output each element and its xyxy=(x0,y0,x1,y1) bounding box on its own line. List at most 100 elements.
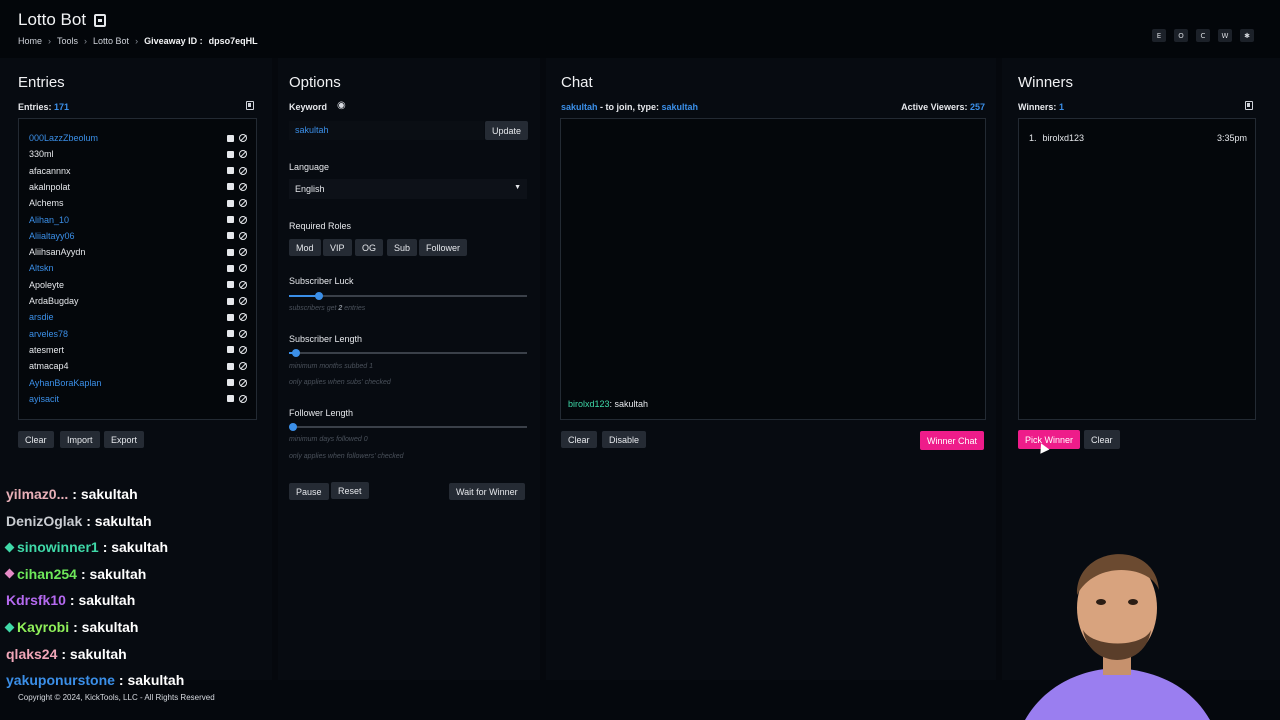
follower-length-hint: minimum days followed 0 xyxy=(289,436,368,443)
role-og-button[interactable]: OG xyxy=(355,239,384,256)
corner-button-w[interactable]: W xyxy=(1218,29,1232,42)
ban-icon[interactable] xyxy=(239,231,247,240)
sub-luck-hint-pre: subscribers get xyxy=(289,305,339,312)
chat-join-keyword: sakultah xyxy=(661,102,699,112)
entry-name: AyhanBoraKaplan xyxy=(29,377,102,388)
square-icon[interactable] xyxy=(227,199,234,207)
square-icon[interactable] xyxy=(227,379,234,386)
ban-icon[interactable] xyxy=(239,297,247,305)
stream-chat-user: cihan254 xyxy=(17,565,77,582)
chat-disable-button[interactable]: Disable xyxy=(602,431,647,448)
entries-count-label: Entries: xyxy=(18,102,52,112)
entry-name: ayisacit xyxy=(29,393,60,404)
follower-length-slider[interactable] xyxy=(289,423,527,431)
entries-clear-button[interactable]: Clear xyxy=(18,431,54,448)
entry-name: ArdaBugday xyxy=(29,296,79,306)
sub-luck-slider[interactable] xyxy=(289,292,527,300)
ban-icon[interactable] xyxy=(239,378,247,387)
stream-chat-message: : sakultah xyxy=(72,486,138,502)
active-viewers: Active Viewers: 257 xyxy=(901,102,985,112)
breadcrumb-lotto-bot[interactable]: Lotto Bot xyxy=(93,36,129,46)
winners-clear-button[interactable]: Clear xyxy=(1084,430,1120,449)
square-icon[interactable] xyxy=(227,313,234,321)
square-icon[interactable] xyxy=(227,330,234,338)
ban-icon[interactable] xyxy=(239,248,247,257)
ban-icon[interactable] xyxy=(239,166,247,175)
role-vip-button[interactable]: VIP xyxy=(323,239,352,256)
language-select[interactable]: English ▼ xyxy=(289,179,527,199)
sub-luck-thumb[interactable] xyxy=(314,292,323,300)
keyword-update-button[interactable]: Update xyxy=(485,121,529,140)
square-icon[interactable] xyxy=(227,134,234,142)
square-icon[interactable] xyxy=(227,362,234,370)
square-icon[interactable] xyxy=(227,183,234,191)
pause-button[interactable]: Pause xyxy=(289,483,329,500)
copy-icon[interactable] xyxy=(246,101,254,110)
reset-button[interactable]: Reset xyxy=(331,482,369,499)
ban-icon[interactable] xyxy=(239,150,247,159)
role-sub-button[interactable]: Sub xyxy=(387,239,418,256)
chat-log[interactable]: birolxd123: sakultah xyxy=(560,118,986,420)
sub-luck-label: Subscriber Luck xyxy=(289,276,354,286)
diamond-badge-icon xyxy=(4,542,15,553)
winners-list[interactable]: 1. birolxd123 3:35pm xyxy=(1018,118,1256,420)
entries-list[interactable]: 000LazzZbeolum 330ml afacannnx akalnpolat Al… xyxy=(18,118,257,420)
caret-down-icon: ▼ xyxy=(514,184,521,191)
entries-import-button[interactable]: Import xyxy=(60,431,100,448)
square-icon[interactable] xyxy=(227,395,234,403)
active-viewers-count: 257 xyxy=(969,102,985,112)
corner-button-o[interactable]: O xyxy=(1174,29,1188,42)
ban-icon[interactable] xyxy=(239,313,247,322)
square-icon[interactable] xyxy=(227,346,234,354)
ban-icon[interactable] xyxy=(239,182,247,191)
ban-icon[interactable] xyxy=(239,264,247,273)
entry-row: AliihsanAyydn xyxy=(29,244,247,260)
eye-icon[interactable]: ◉ xyxy=(337,100,348,111)
corner-button-c[interactable]: C xyxy=(1196,29,1210,42)
entries-export-button[interactable]: Export xyxy=(104,431,145,448)
breadcrumb-giveaway-id: dpso7eqHL xyxy=(208,36,258,46)
keyword-input[interactable]: sakultah xyxy=(289,121,484,140)
square-icon[interactable] xyxy=(227,248,234,256)
settings-icon[interactable]: ✱ xyxy=(1240,29,1254,42)
ban-icon[interactable] xyxy=(239,329,247,338)
square-icon[interactable] xyxy=(227,264,234,272)
chat-clear-button[interactable]: Clear xyxy=(561,431,597,448)
ban-icon[interactable] xyxy=(239,345,247,354)
square-icon[interactable] xyxy=(227,150,234,158)
square-icon[interactable] xyxy=(227,297,234,305)
entry-name: Apoleyte xyxy=(29,279,65,290)
follower-length-thumb[interactable] xyxy=(289,423,297,431)
ban-icon[interactable] xyxy=(239,394,247,403)
entry-name: afacannnx xyxy=(29,165,71,176)
chevron-right-icon: › xyxy=(84,36,88,46)
stream-chat-message: : sakultah xyxy=(80,565,147,582)
breadcrumb-tools[interactable]: Tools xyxy=(57,36,78,46)
square-icon[interactable] xyxy=(227,216,234,223)
ban-icon[interactable] xyxy=(239,362,247,371)
copy-icon[interactable] xyxy=(1245,101,1253,110)
breadcrumb-home[interactable]: Home xyxy=(18,36,42,46)
corner-button-e[interactable]: E xyxy=(1152,29,1166,42)
wait-for-winner-button[interactable]: Wait for Winner xyxy=(449,483,525,500)
app-title: Lotto Bot xyxy=(18,10,107,30)
winner-name: birolxd123 xyxy=(1042,133,1085,143)
winner-chat-button[interactable]: Winner Chat xyxy=(920,431,985,450)
chat-panel: Chat sakultah - to join, type: sakultah … xyxy=(546,58,996,680)
follower-length-label: Follower Length xyxy=(289,408,354,418)
stream-chat-line: sinowinner1: sakultah xyxy=(4,539,168,555)
sub-length-slider[interactable] xyxy=(289,349,527,357)
square-icon[interactable] xyxy=(227,281,234,289)
sub-length-label: Subscriber Length xyxy=(289,334,363,344)
sub-length-thumb[interactable] xyxy=(292,349,301,357)
ban-icon[interactable] xyxy=(239,280,247,289)
stream-chat-message: : sakultah xyxy=(61,645,127,662)
square-icon[interactable] xyxy=(227,232,234,240)
ban-icon[interactable] xyxy=(239,215,247,224)
role-mod-button[interactable]: Mod xyxy=(289,239,321,256)
square-icon[interactable] xyxy=(227,167,234,175)
role-follower-button[interactable]: Follower xyxy=(419,239,468,256)
ban-icon[interactable] xyxy=(239,199,247,208)
pick-winner-button[interactable]: Pick Winner xyxy=(1018,430,1081,449)
ban-icon[interactable] xyxy=(239,134,247,142)
